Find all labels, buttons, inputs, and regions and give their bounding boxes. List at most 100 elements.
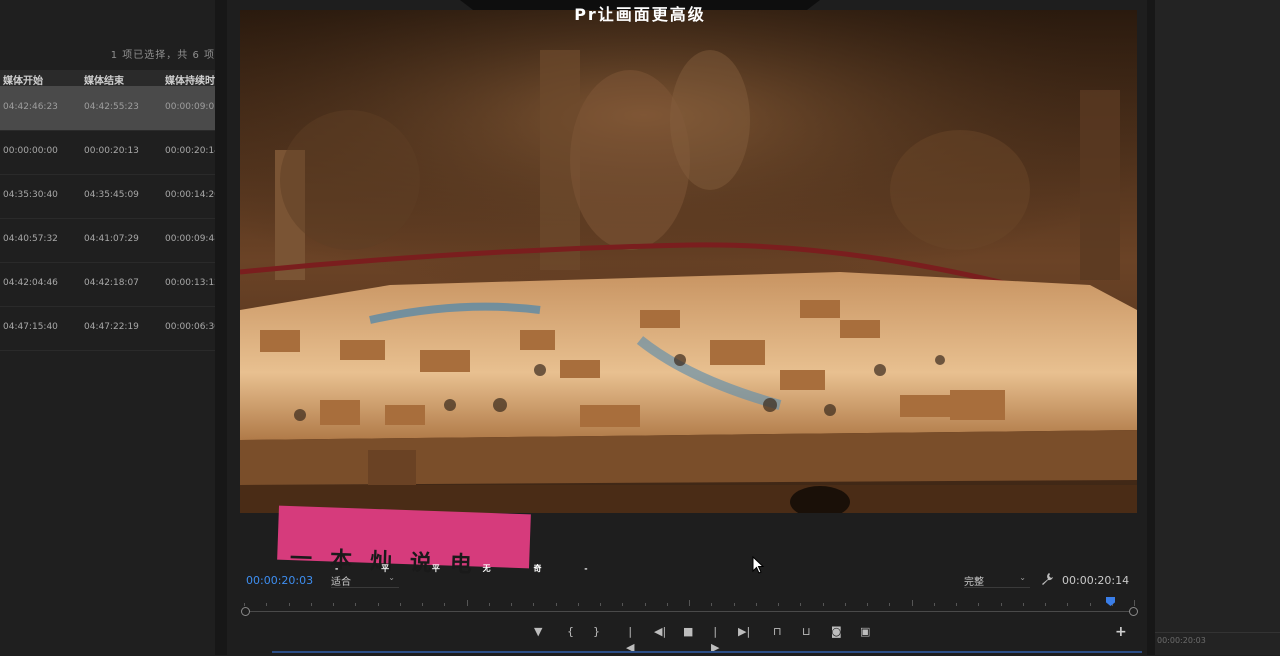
ruler-minor-tick: [1090, 603, 1091, 606]
clip-row[interactable]: 04:35:30:40 04:35:45:09 00:00:14:20: [0, 174, 215, 219]
ruler-minor-tick: [400, 603, 401, 606]
zoom-fit-value: 适合: [331, 577, 351, 588]
ruler-minor-tick: [311, 603, 312, 606]
media-start: 00:00:00:00: [3, 146, 58, 156]
media-end: 00:00:20:13: [84, 146, 139, 156]
ruler-minor-tick: [355, 603, 356, 606]
media-duration: 00:00:09:01: [165, 102, 215, 112]
column-header-media-duration[interactable]: 媒体持续时: [165, 72, 215, 86]
divider-line: [1155, 632, 1280, 633]
time-ruler-scrubber[interactable]: [241, 597, 1138, 616]
clip-row[interactable]: 04:42:04:46 04:42:18:07 00:00:13:12: [0, 262, 215, 307]
step-back-button[interactable]: ◀|: [654, 624, 666, 640]
ruler-minor-tick: [667, 603, 668, 606]
ruler-minor-tick: [467, 603, 468, 606]
ruler-minor-tick: [1067, 603, 1068, 606]
ruler-minor-tick: [889, 603, 890, 606]
go-to-out-button[interactable]: ▶|: [738, 624, 750, 640]
ruler-minor-tick: [444, 603, 445, 606]
media-duration: 00:00:14:20: [165, 190, 215, 200]
clip-row[interactable]: 04:42:46:23 04:42:55:23 00:00:09:01: [0, 86, 215, 131]
duration-timecode: 00:00:20:14: [1062, 574, 1130, 587]
right-panel-timecode: 00:00:20:03: [1157, 636, 1206, 645]
media-end: 04:47:22:19: [84, 322, 139, 332]
compare-view-button[interactable]: ▣: [860, 624, 870, 640]
wrench-icon[interactable]: [1040, 572, 1054, 586]
ruler-minor-tick: [244, 603, 245, 606]
in-point-handle[interactable]: [241, 607, 250, 616]
ruler-minor-tick: [711, 603, 712, 606]
lift-button[interactable]: ⊓: [773, 624, 782, 640]
ruler-minor-tick: [489, 603, 490, 606]
ruler-minor-tick: [845, 603, 846, 606]
extract-button[interactable]: ⊔: [802, 624, 811, 640]
ruler-minor-tick: [333, 603, 334, 606]
ruler-minor-tick: [511, 603, 512, 606]
ruler-minor-tick: [378, 603, 379, 606]
media-start: 04:42:46:23: [3, 102, 58, 112]
chevron-down-icon: ⌄: [1019, 573, 1026, 582]
clip-row[interactable]: 00:00:00:00 00:00:20:13 00:00:20:14: [0, 130, 215, 175]
ruler-tick: [1134, 600, 1135, 606]
ruler-minor-tick: [622, 603, 623, 606]
export-frame-button[interactable]: ◙: [831, 624, 842, 640]
scrub-track: [244, 611, 1134, 612]
media-start: 04:47:15:40: [3, 322, 58, 332]
ruler-minor-tick: [800, 603, 801, 606]
sticker-caption: - 平 平 无 奇 -: [335, 564, 608, 573]
selection-summary: 1 项已选择，共 6 项: [110, 50, 215, 61]
ruler-minor-tick: [734, 603, 735, 606]
media-start: 04:40:57:32: [3, 234, 58, 244]
mark-out-button[interactable]: }: [593, 624, 600, 640]
current-timecode[interactable]: 00:00:20:03: [246, 574, 313, 587]
ruler-minor-tick: [978, 603, 979, 606]
ruler-minor-tick: [912, 603, 913, 606]
add-marker-button[interactable]: ▼: [534, 624, 542, 640]
clip-row[interactable]: 04:40:57:32 04:41:07:29 00:00:09:48: [0, 218, 215, 263]
ruler-minor-tick: [778, 603, 779, 606]
column-headers: 媒体开始 媒体结束 媒体持续时: [0, 70, 215, 86]
out-point-handle[interactable]: [1129, 607, 1138, 616]
ruler-minor-tick: [578, 603, 579, 606]
media-start: 04:42:04:46: [3, 278, 58, 288]
column-header-media-start[interactable]: 媒体开始: [3, 72, 43, 86]
media-end: 04:42:18:07: [84, 278, 139, 288]
clip-row[interactable]: 04:47:15:40 04:47:22:19 00:00:06:30: [0, 306, 215, 351]
media-end: 04:42:55:23: [84, 102, 139, 112]
media-end: 04:35:45:09: [84, 190, 139, 200]
panel-divider[interactable]: [215, 0, 227, 655]
project-panel: 1 项已选择，共 6 项 媒体开始 媒体结束 媒体持续时 04:42:46:23…: [0, 0, 215, 655]
mark-in-button[interactable]: {: [567, 624, 574, 640]
step-forward-button[interactable]: |▶: [711, 624, 719, 654]
ruler-minor-tick: [867, 603, 868, 606]
stop-button[interactable]: ■: [683, 624, 693, 640]
playhead-marker[interactable]: [1106, 597, 1115, 606]
media-start: 04:35:30:40: [3, 190, 58, 200]
ruler-minor-tick: [556, 603, 557, 606]
ruler-minor-tick: [934, 603, 935, 606]
panel-divider[interactable]: [1147, 0, 1155, 655]
button-editor-add-button[interactable]: +: [1115, 624, 1127, 640]
ruler-minor-tick: [266, 603, 267, 606]
ruler-minor-tick: [1045, 603, 1046, 606]
playback-quality-dropdown[interactable]: 完整 ⌄: [964, 573, 1030, 588]
ruler-minor-tick: [956, 603, 957, 606]
ruler-minor-tick: [600, 603, 601, 606]
playback-quality-value: 完整: [964, 577, 984, 588]
timeline-panel-highlight: [272, 651, 1142, 653]
video-preview[interactable]: [240, 10, 1137, 513]
ruler-minor-tick: [422, 603, 423, 606]
ruler-minor-tick: [756, 603, 757, 606]
mouse-cursor-icon: [752, 556, 765, 574]
video-frame-image: [240, 10, 1137, 513]
right-panel: [1155, 0, 1280, 655]
media-end: 04:41:07:29: [84, 234, 139, 244]
media-duration: 00:00:13:12: [165, 278, 215, 288]
ruler-minor-tick: [533, 603, 534, 606]
media-duration: 00:00:09:48: [165, 234, 215, 244]
media-duration: 00:00:20:14: [165, 146, 215, 156]
video-title: Pr让画面更高级: [574, 5, 706, 24]
column-header-media-end[interactable]: 媒体结束: [84, 72, 124, 86]
ruler-minor-tick: [1023, 603, 1024, 606]
go-to-in-button[interactable]: |◀: [626, 624, 634, 654]
